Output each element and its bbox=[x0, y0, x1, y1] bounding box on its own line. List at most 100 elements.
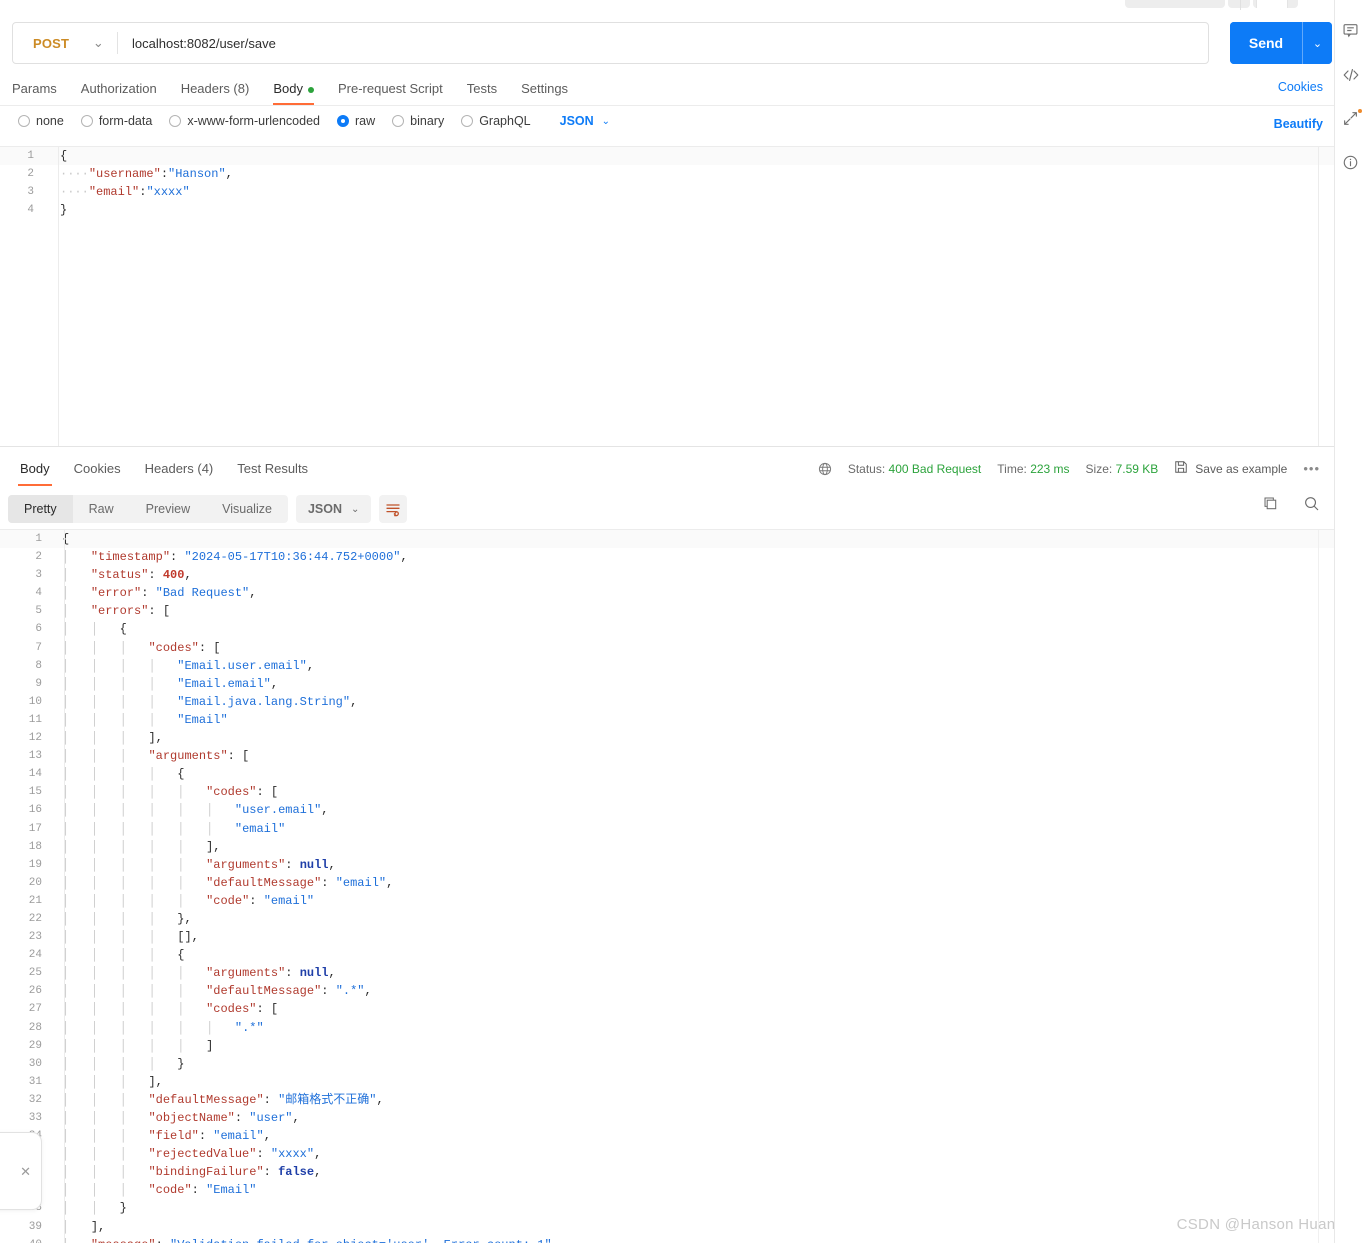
response-tab-cookies-label: Cookies bbox=[73, 461, 121, 476]
status-text: Status: 400 Bad Request bbox=[848, 462, 981, 476]
info-icon[interactable] bbox=[1342, 154, 1360, 172]
response-language-selector[interactable]: JSON ⌄ bbox=[295, 495, 372, 523]
url-input[interactable] bbox=[118, 35, 1208, 51]
body-type-none[interactable]: none bbox=[18, 114, 64, 128]
body-type-graphql[interactable]: GraphQL bbox=[461, 114, 531, 128]
code-text: │ │ │ ], bbox=[52, 729, 1334, 747]
body-type-urlencoded[interactable]: x-www-form-urlencoded bbox=[169, 114, 320, 128]
cookies-link[interactable]: Cookies bbox=[1278, 80, 1323, 94]
token-punc: [], bbox=[177, 930, 199, 945]
line-number: 27 bbox=[28, 1003, 42, 1016]
line-number: 8 bbox=[35, 659, 42, 672]
send-options-chevron-down-icon[interactable]: ⌄ bbox=[1302, 22, 1332, 64]
indent-guide: │ bbox=[62, 1038, 91, 1053]
code-text: │ │ │ "objectName": "user", bbox=[52, 1109, 1334, 1127]
code-line: 26 │ │ │ │ │ "defaultMessage": ".*", bbox=[0, 982, 1334, 1000]
token-punc: { bbox=[177, 767, 185, 782]
http-method-selector[interactable]: POST ⌄ bbox=[13, 23, 117, 63]
close-icon[interactable]: ✕ bbox=[20, 1165, 31, 1178]
token-key: "defaultMessage" bbox=[206, 875, 322, 890]
response-tab-headers[interactable]: Headers (4) bbox=[133, 458, 226, 482]
code-text: } bbox=[46, 201, 1334, 219]
token-key: "codes" bbox=[206, 785, 257, 800]
tab-tests[interactable]: Tests bbox=[455, 76, 509, 102]
indent-guide: │ bbox=[206, 1020, 235, 1035]
token-guide: ···· bbox=[60, 167, 89, 181]
search-icon[interactable] bbox=[1303, 495, 1320, 512]
response-more-options-button[interactable]: ••• bbox=[1303, 461, 1320, 476]
view-mode-visualize[interactable]: Visualize bbox=[206, 495, 288, 523]
response-tab-body-label: Body bbox=[20, 461, 50, 476]
token-bool: false bbox=[278, 1165, 315, 1180]
tab-settings[interactable]: Settings bbox=[509, 76, 580, 102]
status-value: 400 Bad Request bbox=[888, 461, 982, 476]
body-type-form-data[interactable]: form-data bbox=[80, 114, 152, 128]
token-str: "email" bbox=[234, 821, 286, 836]
tab-authorization[interactable]: Authorization bbox=[69, 76, 169, 102]
code-line: 39 │ ], bbox=[0, 1218, 1334, 1236]
tab-params[interactable]: Params bbox=[12, 76, 69, 102]
response-body-editor[interactable]: 1{2 │ "timestamp": "2024-05-17T10:36:44.7… bbox=[0, 530, 1334, 1243]
body-type-raw[interactable]: raw bbox=[337, 114, 375, 128]
indent-guide: │ bbox=[148, 803, 178, 818]
tab-pre-request-script[interactable]: Pre-request Script bbox=[326, 76, 455, 102]
indent-guide: │ bbox=[119, 694, 149, 709]
code-line: 27 │ │ │ │ │ "codes": [ bbox=[0, 1000, 1334, 1018]
indent-guide: │ bbox=[62, 767, 91, 782]
chrome-button-b[interactable] bbox=[1228, 0, 1250, 8]
postman-window: POST ⌄ Send ⌄ Params Authorization Heade… bbox=[0, 0, 1366, 1243]
indent-guide: │ bbox=[119, 930, 149, 945]
code-text: │ "timestamp": "2024-05-17T10:36:44.752+… bbox=[52, 548, 1334, 566]
line-number: 4 bbox=[35, 587, 42, 600]
line-number: 32 bbox=[28, 1093, 42, 1106]
token-punc: { bbox=[119, 622, 127, 637]
tab-headers[interactable]: Headers (8) bbox=[169, 76, 262, 102]
time-text: Time: 223 ms bbox=[997, 462, 1069, 476]
request-body-code[interactable]: 1{2 ····"username":"Hanson", 3 ····"email":… bbox=[0, 147, 1334, 219]
expand-arrows-icon[interactable] bbox=[1342, 109, 1362, 128]
token-punc: , bbox=[292, 1111, 300, 1125]
save-as-example-button[interactable]: Save as example bbox=[1174, 460, 1287, 477]
line-number: 21 bbox=[28, 894, 42, 907]
token-punc: : [ bbox=[198, 640, 221, 655]
line-number: 16 bbox=[28, 804, 42, 817]
wrap-lines-button[interactable] bbox=[379, 495, 408, 523]
indent-guide: │ bbox=[148, 857, 178, 872]
send-button[interactable]: Send bbox=[1230, 22, 1302, 64]
copy-icon[interactable] bbox=[1262, 495, 1279, 512]
radio-urlencoded-icon bbox=[169, 115, 182, 127]
comment-icon[interactable] bbox=[1342, 22, 1360, 40]
code-text: │ │ │ │ │ │ "email" bbox=[52, 820, 1334, 838]
view-mode-raw[interactable]: Raw bbox=[73, 495, 130, 523]
body-type-none-label: none bbox=[36, 114, 64, 128]
chrome-button-d[interactable] bbox=[1256, 0, 1288, 8]
response-tab-body[interactable]: Body bbox=[8, 458, 62, 486]
response-body-code[interactable]: 1{2 │ "timestamp": "2024-05-17T10:36:44.7… bbox=[0, 530, 1334, 1243]
indent-guide: │ bbox=[90, 694, 120, 709]
code-icon[interactable] bbox=[1342, 66, 1360, 84]
token-punc: : bbox=[263, 1165, 279, 1180]
body-type-binary[interactable]: binary bbox=[392, 114, 444, 128]
indent-guide: │ bbox=[90, 839, 120, 854]
line-number: 2 bbox=[27, 168, 34, 180]
tab-settings-label: Settings bbox=[521, 81, 569, 96]
request-language-selector[interactable]: JSON ⌄ bbox=[560, 114, 610, 128]
token-key: "defaultMessage" bbox=[148, 1092, 264, 1107]
code-text: │ │ { bbox=[52, 620, 1334, 638]
floating-panel[interactable]: ✕ bbox=[0, 1132, 42, 1210]
indent-guide: │ bbox=[62, 1147, 91, 1162]
indent-guide: │ bbox=[90, 1002, 120, 1017]
indent-guide: │ bbox=[62, 1183, 91, 1198]
chrome-button-a[interactable] bbox=[1125, 0, 1225, 8]
beautify-link[interactable]: Beautify bbox=[1274, 117, 1323, 131]
tab-body[interactable]: Body bbox=[261, 76, 326, 105]
response-tab-cookies[interactable]: Cookies bbox=[62, 458, 133, 482]
view-mode-pretty[interactable]: Pretty bbox=[8, 495, 73, 523]
response-tab-test-results[interactable]: Test Results bbox=[225, 458, 320, 482]
code-text: │ │ │ │ │ │ "user.email", bbox=[52, 801, 1334, 819]
indent-guide: │ bbox=[206, 821, 235, 836]
request-body-editor[interactable]: 1{2 ····"username":"Hanson", 3 ····"email":… bbox=[0, 146, 1334, 446]
body-type-graphql-label: GraphQL bbox=[479, 114, 531, 128]
indent-guide: │ bbox=[62, 893, 91, 908]
view-mode-preview[interactable]: Preview bbox=[130, 495, 206, 523]
